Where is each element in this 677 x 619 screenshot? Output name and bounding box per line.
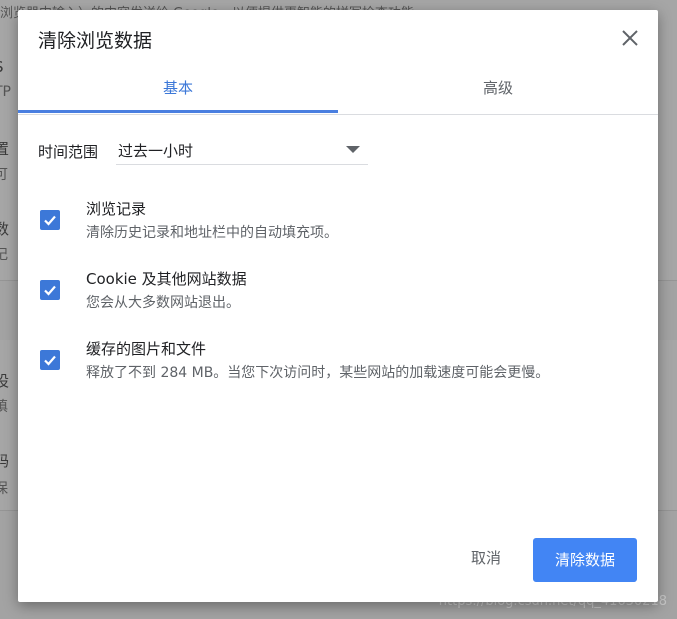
close-button[interactable]: [618, 26, 642, 50]
cancel-button[interactable]: 取消: [458, 540, 514, 576]
option-title: Cookie 及其他网站数据: [86, 270, 247, 288]
option-browsing-history: 浏览记录 清除历史记录和地址栏中的自动填充项。: [18, 198, 658, 254]
tab-advanced[interactable]: 高级: [338, 68, 658, 112]
cached-images-checkbox[interactable]: [40, 350, 60, 370]
background-fragment: 置: [0, 140, 10, 158]
tab-bar: 基本 高级: [18, 68, 658, 115]
time-range-value: 过去一小时: [118, 142, 194, 160]
dialog-title: 清除浏览数据: [38, 30, 153, 52]
background-fragment: TP: [0, 84, 11, 100]
option-title: 缓存的图片和文件: [86, 340, 207, 358]
background-fragment: 填: [0, 399, 8, 415]
tab-basic[interactable]: 基本: [18, 68, 338, 113]
browsing-history-checkbox[interactable]: [40, 210, 60, 230]
dropdown-arrow-icon: [346, 146, 360, 153]
background-fragment: 数: [0, 220, 10, 238]
clear-data-button[interactable]: 清除数据: [533, 538, 637, 582]
cookies-checkbox[interactable]: [40, 280, 60, 300]
active-tab-indicator: [18, 110, 338, 113]
checkmark-icon: [44, 285, 56, 296]
option-title: 浏览记录: [86, 200, 147, 218]
time-range-label: 时间范围: [38, 143, 99, 161]
checkmark-icon: [44, 215, 56, 226]
background-fragment: 保: [0, 481, 8, 497]
background-fragment: 记: [0, 247, 8, 263]
tab-basic-label: 基本: [162, 79, 193, 97]
background-fragment: 可: [0, 167, 8, 183]
checkmark-icon: [44, 355, 56, 366]
clear-browsing-data-dialog: 清除浏览数据 基本 高级 时间范围 过去一小时 浏览记录 清除历史记录和地址栏中…: [18, 10, 658, 602]
option-cookies: Cookie 及其他网站数据 您会从大多数网站退出。: [18, 268, 658, 324]
option-description: 释放了不到 284 MB。当您下次访问时，某些网站的加载速度可能会更慢。: [86, 365, 550, 381]
tab-advanced-label: 高级: [482, 79, 513, 97]
background-fragment: S: [0, 58, 4, 76]
option-cached-images: 缓存的图片和文件 释放了不到 284 MB。当您下次访问时，某些网站的加载速度可…: [18, 338, 658, 394]
close-icon: [622, 30, 638, 46]
time-range-select[interactable]: 过去一小时: [116, 134, 368, 165]
option-description: 您会从大多数网站退出。: [86, 295, 240, 311]
background-fragment: 码: [0, 452, 10, 470]
option-description: 清除历史记录和地址栏中的自动填充项。: [86, 225, 338, 241]
background-fragment: 设: [0, 372, 10, 390]
